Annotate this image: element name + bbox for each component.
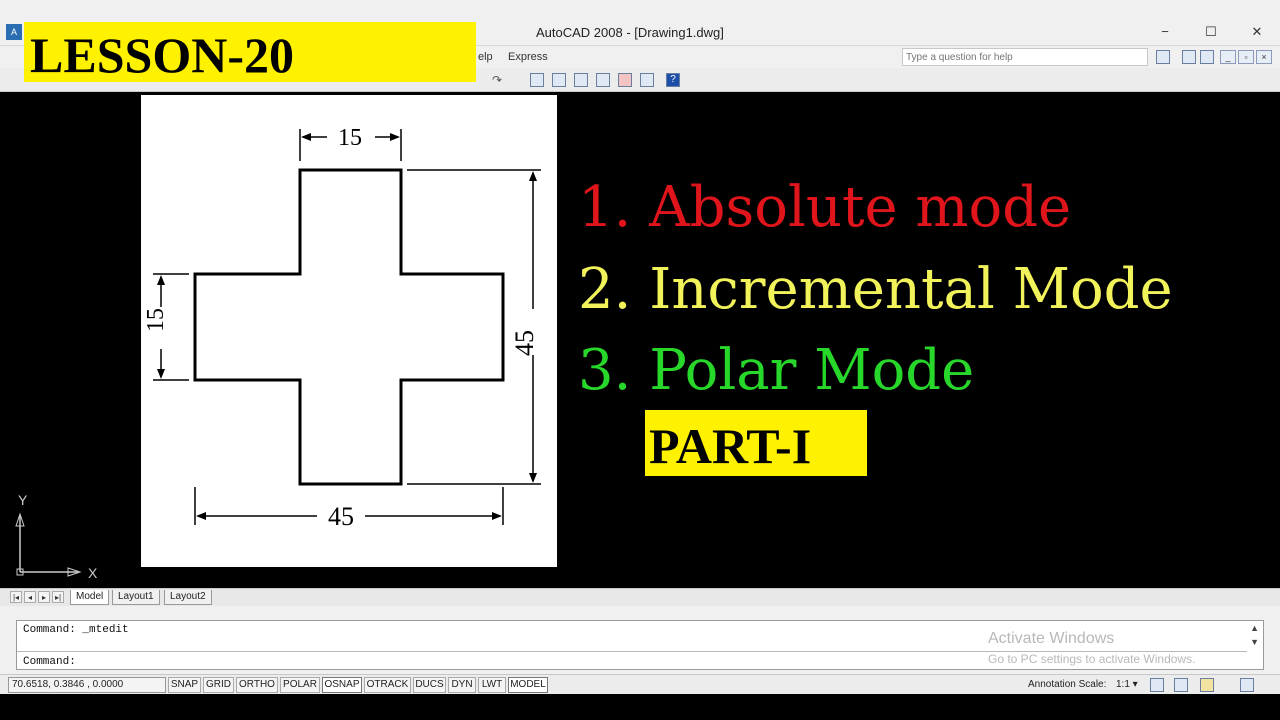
last-tab-button[interactable]: ▸| (52, 591, 64, 603)
mode-polar: 3. Polar Mode (578, 338, 975, 403)
ortho-toggle[interactable]: ORTHO (236, 677, 278, 693)
annotation-scale-label: Annotation Scale: (1028, 679, 1107, 690)
drawing-minimize-button[interactable]: _ (1220, 50, 1236, 64)
lesson-banner: LESSON-20 (24, 22, 476, 83)
tab-model[interactable]: Model (70, 590, 110, 605)
polar-toggle[interactable]: POLAR (280, 677, 320, 693)
autocad-app-icon[interactable]: A (6, 24, 22, 40)
activate-windows-subtitle: Go to PC settings to activate Windows. (988, 652, 1196, 666)
drawing-restore-button[interactable]: ▫ (1238, 50, 1254, 64)
tab-layout1[interactable]: Layout1 (112, 590, 160, 605)
calculator-icon[interactable] (640, 73, 654, 87)
window-controls: − ☐ ✕ (1142, 18, 1280, 46)
scroll-down-icon[interactable]: ▼ (1250, 637, 1259, 647)
part-badge: PART-I (645, 410, 867, 476)
coordinate-readout[interactable]: 70.6518, 0.3846 , 0.0000 (8, 677, 166, 693)
grid-toggle[interactable]: GRID (203, 677, 234, 693)
help-search-input[interactable] (902, 48, 1148, 66)
model-space-toggle[interactable]: MODEL (508, 677, 548, 693)
otrack-toggle[interactable]: OTRACK (364, 677, 411, 693)
lesson-title: LESSON-20 (30, 27, 294, 83)
drawing-close-button[interactable]: × (1256, 50, 1272, 64)
next-tab-button[interactable]: ▸ (38, 591, 50, 603)
part-label: PART-I (649, 418, 812, 474)
search-icon[interactable] (1156, 50, 1170, 64)
status-bar: 70.6518, 0.3846 , 0.0000 SNAP GRID ORTHO… (0, 674, 1280, 694)
close-button[interactable]: ✕ (1234, 18, 1280, 46)
dim-left-label: 15 (143, 308, 169, 332)
design-center-icon[interactable] (552, 73, 566, 87)
drawing-window-controls: _ ▫ × (1220, 50, 1272, 64)
properties-icon[interactable] (530, 73, 544, 87)
window-title: AutoCAD 2008 - [Drawing1.dwg] (536, 25, 724, 40)
prev-tab-button[interactable]: ◂ (24, 591, 36, 603)
osnap-toggle[interactable]: OSNAP (322, 677, 362, 693)
sheet-set-icon[interactable] (596, 73, 610, 87)
mode-incremental: 2. Incremental Mode (578, 257, 1173, 322)
markup-icon[interactable] (618, 73, 632, 87)
ucs-y-label: Y (18, 492, 28, 508)
help-icon[interactable]: ? (666, 73, 680, 87)
bottom-strip (0, 694, 1280, 720)
redo-icon[interactable]: ↷ (492, 73, 506, 87)
menu-help[interactable]: elp (478, 51, 493, 63)
menu-express[interactable]: Express (508, 51, 548, 63)
favorites-star-icon[interactable] (1200, 50, 1214, 64)
cross-outline (193, 168, 505, 486)
ucs-icon: Y X (12, 492, 102, 589)
layout-tab-bar: |◂ ◂ ▸ ▸| Model Layout1 Layout2 (0, 588, 1280, 606)
command-history-line: Command: _mtedit (23, 624, 129, 636)
lwt-toggle[interactable]: LWT (478, 677, 506, 693)
cross-drawing: 15 15 45 45 (143, 125, 541, 531)
dim-bottom-label: 45 (328, 502, 354, 531)
annotation-visibility-icon[interactable] (1150, 678, 1164, 692)
activate-windows-title: Activate Windows (988, 630, 1115, 647)
snap-toggle[interactable]: SNAP (168, 677, 201, 693)
lock-icon[interactable] (1200, 678, 1214, 692)
communication-center-icon[interactable] (1182, 50, 1196, 64)
ucs-x-label: X (88, 565, 98, 581)
ducs-toggle[interactable]: DUCS (413, 677, 446, 693)
command-prompt[interactable]: Command: (23, 656, 76, 668)
tool-palettes-icon[interactable] (574, 73, 588, 87)
first-tab-button[interactable]: |◂ (10, 591, 22, 603)
annotation-scale-select[interactable]: 1:1 ▾ (1116, 679, 1138, 690)
dim-right-label: 45 (510, 330, 539, 356)
scroll-up-icon[interactable]: ▲ (1250, 623, 1259, 633)
dyn-toggle[interactable]: DYN (448, 677, 476, 693)
dim-top-label: 15 (338, 125, 362, 151)
cross-shape-figure: 15 15 45 45 (141, 95, 557, 567)
mode-absolute: 1. Absolute mode (578, 175, 1072, 240)
auto-scale-icon[interactable] (1174, 678, 1188, 692)
minimize-button[interactable]: − (1142, 18, 1188, 46)
tab-layout2[interactable]: Layout2 (164, 590, 212, 605)
maximize-button[interactable]: ☐ (1188, 18, 1234, 46)
clean-screen-icon[interactable] (1240, 678, 1254, 692)
